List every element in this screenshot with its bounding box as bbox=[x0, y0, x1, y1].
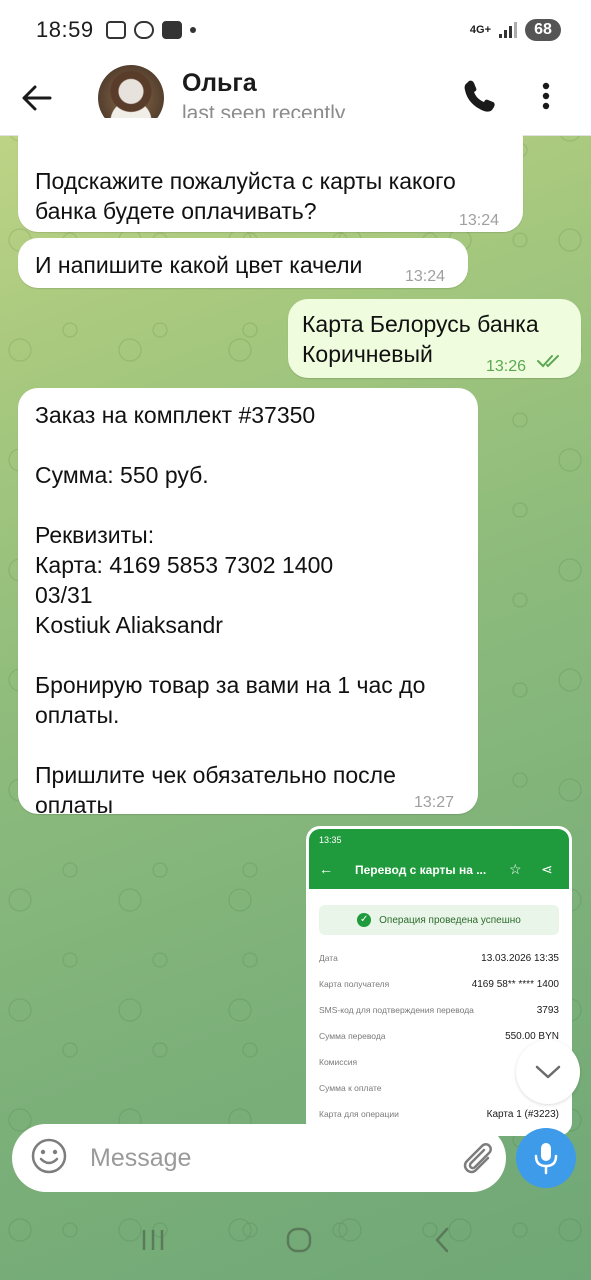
message-incoming[interactable]: Заказ на комплект #37350 Сумма: 550 руб.… bbox=[18, 388, 478, 818]
screenshot-icon bbox=[105, 21, 126, 39]
recent-apps-button[interactable] bbox=[140, 1228, 166, 1252]
chevron-down-icon bbox=[535, 1065, 561, 1079]
receipt-row-label: Карта получателя bbox=[319, 979, 390, 989]
receipt-success-text: Операция проведена успешно bbox=[379, 914, 521, 926]
contact-name: Ольга bbox=[182, 69, 257, 97]
chat-icon bbox=[133, 21, 154, 39]
message-time: 13:26 bbox=[486, 358, 527, 375]
receipt-row: Карта получателя 4169 58** **** 1400 bbox=[309, 971, 569, 997]
back-nav-button[interactable] bbox=[432, 1226, 452, 1254]
signal-icon bbox=[499, 22, 517, 38]
receipt-status-time: 13:35 bbox=[319, 835, 342, 845]
more-menu-button[interactable] bbox=[540, 78, 552, 119]
status-time: 18:59 bbox=[36, 17, 94, 42]
receipt-row-label: SMS-код для подтверждения перевода bbox=[319, 1005, 474, 1015]
receipt-title: Перевод с карты на ... bbox=[355, 863, 487, 877]
receipt-row-value: 3793 bbox=[536, 1004, 559, 1016]
receipt-app-bar: 13:35 ← Перевод с карты на ... ☆ ⋖ bbox=[309, 829, 569, 889]
message-incoming[interactable]: И напишите какой цвет качели 13:24 bbox=[18, 238, 468, 288]
message-outgoing[interactable]: Карта Белорусь банка Коричневый 13:26 bbox=[288, 299, 581, 378]
youtube-icon bbox=[161, 21, 182, 39]
receipt-back-icon: ← bbox=[319, 861, 333, 877]
back-button[interactable] bbox=[22, 78, 82, 118]
receipt-row-value: 13.03.2026 13:35 bbox=[481, 952, 559, 964]
attach-button[interactable] bbox=[460, 1140, 496, 1183]
message-text: Заказ на комплект #37350 Сумма: 550 руб.… bbox=[35, 402, 426, 818]
battery-level: 68 bbox=[525, 19, 561, 41]
check-circle-icon: ✓ bbox=[357, 913, 372, 927]
receipt-row-label: Сумма к оплате bbox=[319, 1083, 382, 1093]
message-time: 13:27 bbox=[414, 794, 455, 811]
message-input[interactable]: Message bbox=[90, 1144, 191, 1173]
message-time: 13:24 bbox=[405, 268, 446, 285]
receipt-success-banner: ✓ Операция проведена успешно bbox=[319, 905, 559, 935]
receipt-row-label: Комиссия bbox=[319, 1057, 358, 1067]
receipt-row-label: Дата bbox=[319, 953, 338, 963]
voice-record-button[interactable] bbox=[516, 1128, 576, 1188]
receipt-share-icon: ⋖ bbox=[541, 861, 553, 877]
receipt-row: Дата 13.03.2026 13:35 bbox=[309, 945, 569, 971]
system-navigation-bar bbox=[0, 1200, 591, 1280]
receipt-row: SMS-код для подтверждения перевода 3793 bbox=[309, 997, 569, 1023]
arrow-left-icon bbox=[22, 85, 52, 110]
network-type: 4G+ bbox=[469, 24, 491, 36]
message-text: И напишите какой цвет качели bbox=[35, 252, 363, 278]
receipt-row-label: Сумма перевода bbox=[319, 1031, 386, 1041]
message-composer: Message bbox=[12, 1124, 506, 1192]
receipt-star-icon: ☆ bbox=[509, 861, 522, 877]
microphone-icon bbox=[534, 1143, 558, 1175]
receipt-row-value: Карта 1 (#3223) bbox=[486, 1108, 559, 1120]
receipt-row-value: 4169 58** **** 1400 bbox=[471, 978, 559, 990]
more-notifications-dot bbox=[189, 27, 196, 33]
paperclip-icon bbox=[463, 1143, 492, 1174]
more-vert-icon bbox=[542, 82, 550, 110]
message-time: 13:24 bbox=[459, 212, 500, 229]
smile-icon bbox=[31, 1138, 67, 1173]
status-bar: 18:59 4G+ 68 bbox=[0, 0, 591, 60]
home-button[interactable] bbox=[285, 1226, 313, 1254]
emoji-button[interactable] bbox=[30, 1137, 68, 1180]
read-check-icon bbox=[537, 355, 559, 368]
notification-icons bbox=[105, 21, 196, 39]
scroll-to-bottom-button[interactable] bbox=[516, 1040, 580, 1104]
phone-icon bbox=[464, 80, 495, 112]
call-button[interactable] bbox=[462, 78, 496, 119]
message-incoming[interactable]: Подскажите пожалуйста с карты какого бан… bbox=[18, 118, 523, 232]
message-text: Подскажите пожалуйста с карты какого бан… bbox=[35, 168, 456, 224]
receipt-row-label: Карта для операции bbox=[319, 1109, 399, 1119]
